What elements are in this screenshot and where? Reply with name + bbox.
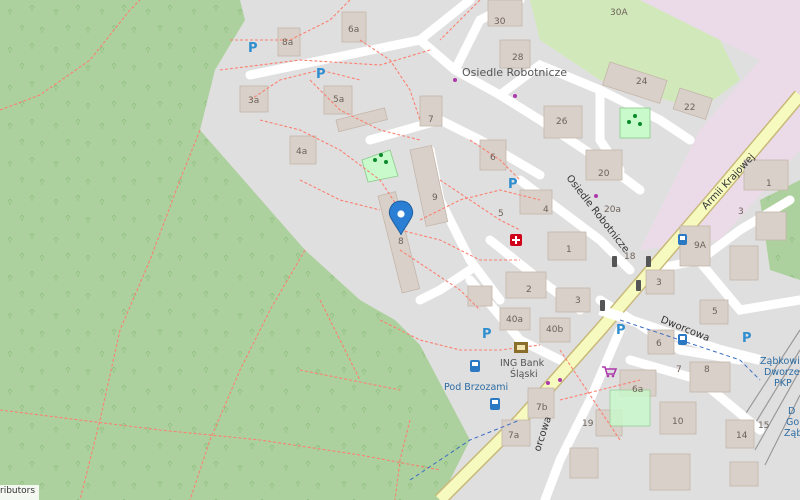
station-label-1: Ząbkowic bbox=[760, 356, 800, 367]
house-number: 20 bbox=[598, 169, 610, 179]
station-label-3: PKP bbox=[774, 378, 792, 389]
house-number: 8 bbox=[398, 237, 404, 247]
house-number: 9A bbox=[694, 241, 707, 251]
bank-label-line1: ING Bank bbox=[500, 358, 545, 369]
house-number: 4 bbox=[543, 205, 549, 215]
map-attribution: ributors bbox=[0, 485, 40, 500]
house-number: 19 bbox=[582, 419, 594, 429]
house-number: 24 bbox=[636, 77, 648, 87]
pharmacy-icon[interactable] bbox=[510, 234, 522, 246]
house-number: 9 bbox=[432, 193, 438, 203]
house-number: 14 bbox=[736, 431, 748, 441]
house-number: 1 bbox=[566, 245, 572, 255]
house-number: 3 bbox=[575, 296, 581, 306]
parking-icon: P bbox=[316, 67, 326, 82]
house-number: 40b bbox=[546, 325, 563, 335]
bus-stop-label: Pod Brzozami bbox=[444, 382, 508, 393]
station2-label-3: Ząb bbox=[784, 428, 800, 439]
house-number: 7a bbox=[508, 431, 519, 441]
station2-label-2: Go bbox=[786, 417, 799, 428]
house-number: 3 bbox=[656, 278, 662, 288]
parking-icon: P bbox=[508, 177, 518, 192]
house-number: 7 bbox=[676, 365, 682, 375]
house-number: 6 bbox=[656, 339, 662, 349]
house-number: 6a bbox=[632, 385, 643, 395]
house-number: 28 bbox=[512, 53, 524, 63]
house-number: 7 bbox=[428, 115, 434, 125]
bank-icon[interactable] bbox=[514, 342, 528, 353]
parking-icon: P bbox=[616, 323, 626, 338]
house-number: 40a bbox=[506, 315, 523, 325]
house-number: 3 bbox=[738, 207, 744, 217]
station-label-2: Dworze bbox=[764, 367, 800, 378]
house-number: 15 bbox=[758, 421, 769, 431]
house-number: 5 bbox=[498, 209, 504, 219]
house-number: 3a bbox=[248, 96, 259, 106]
bus-stop-icon[interactable] bbox=[470, 360, 480, 372]
bus-stop-icon[interactable] bbox=[678, 234, 687, 245]
parking-icon: P bbox=[742, 331, 752, 346]
house-number: 20a bbox=[604, 205, 621, 215]
parking-icon: P bbox=[482, 327, 492, 342]
house-number: 10 bbox=[672, 417, 684, 427]
house-number: 26 bbox=[556, 117, 568, 127]
parking-icon: P bbox=[248, 41, 258, 56]
bank-label-line2: Śląski bbox=[510, 368, 538, 380]
house-number: 6a bbox=[348, 25, 359, 35]
bus-stop-icon[interactable] bbox=[678, 334, 687, 345]
bus-stop-icon[interactable] bbox=[490, 398, 500, 410]
house-number: 6 bbox=[490, 153, 496, 163]
house-number: 30 bbox=[494, 17, 506, 27]
house-number: 5a bbox=[333, 95, 344, 105]
station2-label-1: D bbox=[788, 406, 795, 417]
house-number: 18 bbox=[624, 252, 636, 262]
house-number: 30A bbox=[610, 8, 628, 18]
house-number: 8a bbox=[282, 38, 293, 48]
house-number: 4a bbox=[296, 147, 307, 157]
house-number: 5 bbox=[712, 307, 718, 317]
house-number: 2 bbox=[526, 285, 532, 295]
house-number: 22 bbox=[684, 103, 695, 113]
house-number: 8 bbox=[704, 365, 710, 375]
house-number: 1 bbox=[766, 179, 772, 189]
house-number: 7b bbox=[536, 403, 548, 413]
place-label: Osiedle Robotnicze bbox=[462, 66, 567, 79]
map-canvas[interactable]: P P P P P P 8a 6a 3a 5a 4a 7 9 6 4 5 8 3… bbox=[0, 0, 800, 500]
